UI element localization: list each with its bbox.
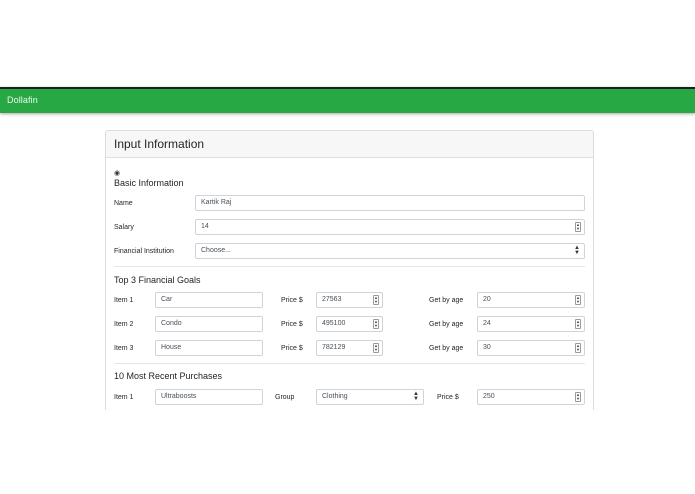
goal-age-label: Get by age	[429, 345, 464, 352]
navbar: Dollafin	[0, 87, 695, 113]
salary-label: Salary	[114, 224, 134, 231]
card-header: Input Information	[106, 131, 593, 158]
goal-price-label: Price $	[281, 321, 303, 328]
goal-price-value: 27563	[322, 296, 342, 303]
purchase-item-label: Item 1	[114, 394, 134, 401]
radio-icon[interactable]: ◉	[114, 169, 120, 177]
spinner-icon[interactable]: ▲ ▼	[373, 343, 379, 353]
goal-price-field[interactable]: 782129 ▲ ▼	[316, 340, 383, 356]
goal-price-field[interactable]: 27563 ▲ ▼	[316, 292, 383, 308]
purchases-title: 10 Most Recent Purchases	[114, 371, 223, 381]
goal-price-field[interactable]: 495100 ▲ ▼	[316, 316, 383, 332]
goal-price-value: 495100	[322, 320, 346, 327]
purchase-name-field[interactable]: Ultraboosts	[155, 389, 263, 405]
goal-name-value: Condo	[161, 320, 182, 327]
purchase-group-value: Clothing	[322, 393, 348, 400]
divider	[114, 266, 585, 267]
goal-age-field[interactable]: 30 ▲ ▼	[477, 340, 585, 356]
input-information-card: Input Information ◉ Basic Information Na…	[105, 130, 594, 410]
spinner-icon[interactable]: ▲ ▼	[575, 222, 581, 232]
purchase-price-field[interactable]: 250 ▲ ▼	[477, 389, 585, 405]
purchase-price-label: Price $	[437, 394, 459, 401]
spinner-icon[interactable]: ▲ ▼	[373, 319, 379, 329]
goal-price-label: Price $	[281, 297, 303, 304]
purchase-name-value: Ultraboosts	[161, 393, 197, 400]
spinner-icon[interactable]: ▲ ▼	[575, 392, 581, 402]
goal-name-value: Car	[161, 296, 173, 303]
select-caret-icon: ▲ ▼	[574, 245, 580, 256]
goal-price-label: Price $	[281, 345, 303, 352]
institution-select[interactable]: Choose... ▲ ▼	[195, 243, 585, 259]
goal-age-value: 24	[483, 320, 491, 327]
purchase-price-value: 250	[483, 393, 495, 400]
goal-name-value: House	[161, 344, 182, 351]
purchase-group-label: Group	[275, 394, 295, 401]
goal-name-field[interactable]: Car	[155, 292, 263, 308]
goals-title: Top 3 Financial Goals	[114, 275, 201, 285]
spinner-icon[interactable]: ▲ ▼	[373, 295, 379, 305]
goal-age-value: 20	[483, 296, 491, 303]
brand-link[interactable]: Dollafin	[7, 95, 38, 105]
select-caret-icon: ▲ ▼	[413, 391, 419, 402]
goal-age-label: Get by age	[429, 321, 464, 328]
salary-field[interactable]: 14 ▲ ▼	[195, 219, 585, 235]
institution-value: Choose...	[201, 247, 231, 254]
goal-price-value: 782129	[322, 344, 346, 351]
divider	[114, 363, 585, 364]
card-title: Input Information	[114, 137, 205, 151]
goal-age-label: Get by age	[429, 297, 464, 304]
spinner-icon[interactable]: ▲ ▼	[575, 343, 581, 353]
basic-information-title: Basic Information	[114, 178, 184, 188]
goal-age-field[interactable]: 20 ▲ ▼	[477, 292, 585, 308]
goal-name-field[interactable]: House	[155, 340, 263, 356]
goal-name-field[interactable]: Condo	[155, 316, 263, 332]
goal-age-field[interactable]: 24 ▲ ▼	[477, 316, 585, 332]
name-label: Name	[114, 200, 133, 207]
institution-label: Financial Institution	[114, 248, 174, 255]
goal-item-label: Item 2	[114, 321, 134, 328]
goal-item-label: Item 1	[114, 297, 134, 304]
goal-item-label: Item 3	[114, 345, 134, 352]
name-field[interactable]: Kartik Raj	[195, 195, 585, 211]
purchase-group-select[interactable]: Clothing ▲ ▼	[316, 389, 424, 405]
name-value: Kartik Raj	[201, 199, 232, 206]
spinner-icon[interactable]: ▲ ▼	[575, 319, 581, 329]
goal-age-value: 30	[483, 344, 491, 351]
salary-value: 14	[201, 223, 209, 230]
spinner-icon[interactable]: ▲ ▼	[575, 295, 581, 305]
